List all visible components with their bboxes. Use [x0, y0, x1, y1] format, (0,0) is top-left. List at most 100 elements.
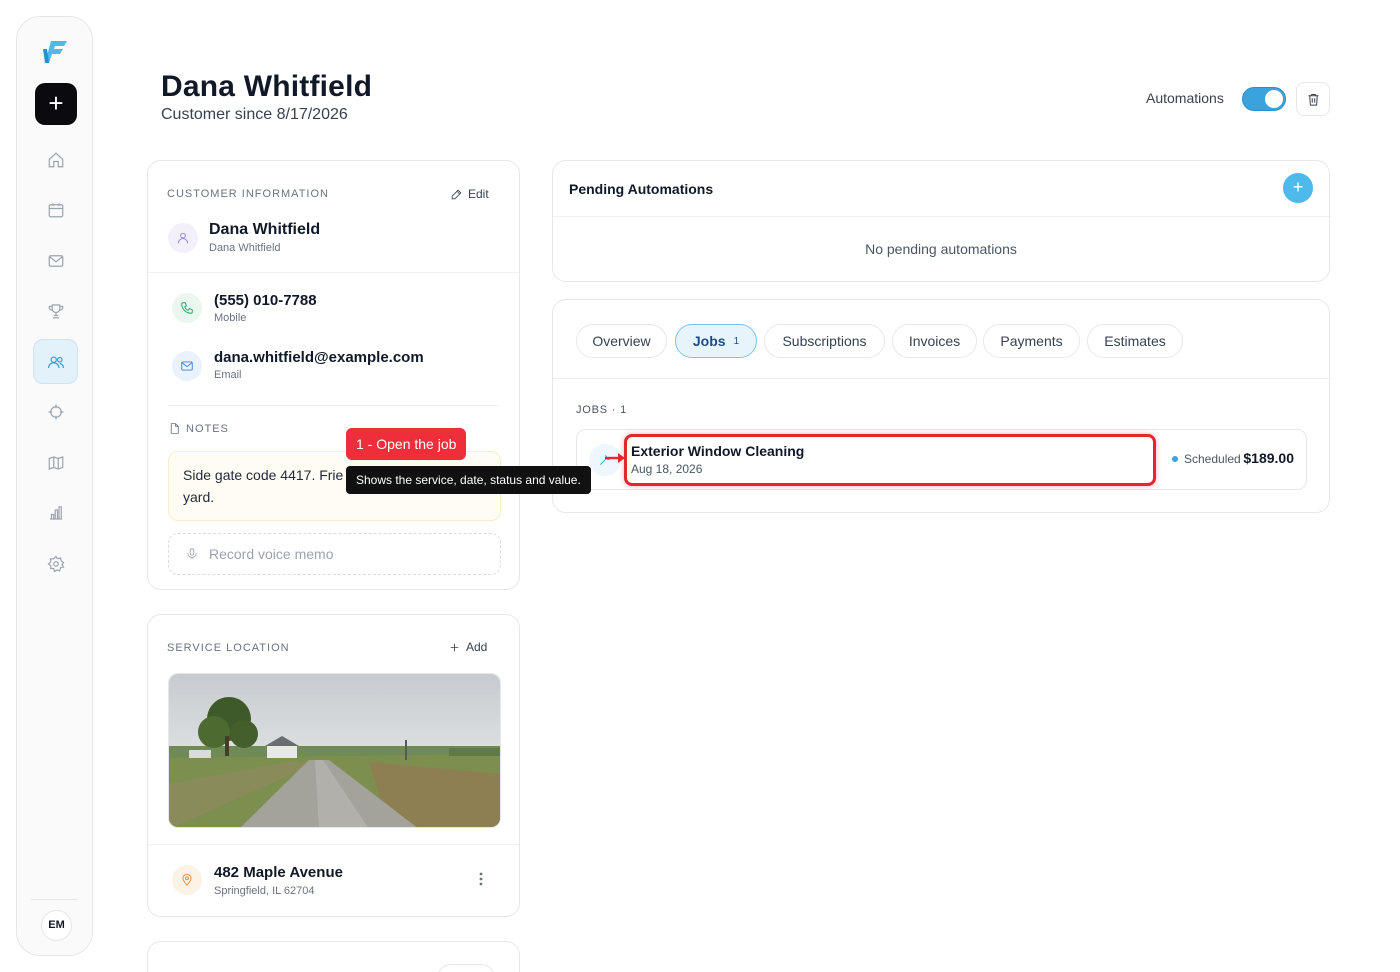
- map-pin-icon: [182, 873, 192, 886]
- customer-info-card: CUSTOMER INFORMATION Edit Dana Whitfield…: [147, 160, 520, 590]
- edit-icon: [451, 189, 462, 199]
- delete-customer-button[interactable]: [1296, 82, 1330, 116]
- divider: [553, 216, 1329, 217]
- mail-icon: [48, 254, 63, 267]
- edit-customer-button[interactable]: Edit: [450, 187, 489, 201]
- tab-label: Estimates: [1104, 333, 1166, 349]
- nav-customers[interactable]: [33, 339, 78, 384]
- service-location-card: SERVICE LOCATION Add 482 Maple Avenue Sp…: [147, 614, 520, 917]
- divider: [168, 405, 499, 406]
- service-location-label: SERVICE LOCATION: [167, 642, 290, 654]
- email-icon-badge: [172, 351, 202, 381]
- tab-label: Payments: [1000, 333, 1063, 349]
- status-text: Scheduled: [1184, 452, 1241, 466]
- customer-tabs-card: Overview Jobs 1 Subscriptions Invoices P…: [552, 299, 1330, 513]
- tab-label: Invoices: [908, 333, 961, 349]
- pending-automations-card: Pending Automations + No pending automat…: [552, 160, 1330, 282]
- nav-calendar[interactable]: [33, 187, 78, 232]
- location-icon-badge: [172, 865, 202, 895]
- email-address[interactable]: dana.whitfield@example.com: [214, 349, 424, 366]
- additional-card: [147, 941, 520, 972]
- tour-step-badge[interactable]: 1 - Open the job: [346, 428, 467, 460]
- customer-name: Dana Whitfield: [209, 221, 321, 238]
- divider: [148, 272, 519, 273]
- trash-icon: [1308, 93, 1318, 106]
- email-type: Email: [214, 369, 242, 381]
- gear-icon: [47, 555, 64, 572]
- tab-subscriptions[interactable]: Subscriptions: [764, 324, 885, 358]
- new-item-button[interactable]: +: [35, 83, 77, 125]
- card-action-button[interactable]: [437, 964, 495, 972]
- tour-arrow-icon: [605, 453, 625, 463]
- tab-payments[interactable]: Payments: [983, 324, 1080, 358]
- add-label: Add: [466, 640, 488, 654]
- tab-count: 1: [733, 335, 740, 347]
- sidebar-divider: [31, 899, 78, 900]
- notes-text-end: yard.: [183, 489, 215, 505]
- nav-reports[interactable]: [33, 490, 78, 535]
- job-row[interactable]: Exterior Window Cleaning Aug 18, 2026 Sc…: [576, 429, 1307, 490]
- nav-settings[interactable]: [33, 541, 78, 586]
- microphone-icon: [187, 548, 197, 560]
- users-icon: [47, 356, 64, 368]
- tab-label: Subscriptions: [782, 333, 867, 349]
- phone-icon: [181, 302, 193, 314]
- file-icon: [170, 423, 179, 434]
- mail-icon: [181, 361, 193, 371]
- tab-estimates[interactable]: Estimates: [1087, 324, 1183, 358]
- app-logo[interactable]: [41, 37, 71, 67]
- divider: [553, 378, 1329, 379]
- address-city: Springfield, IL 62704: [214, 885, 315, 897]
- nav-home[interactable]: [33, 137, 78, 182]
- notes-label: NOTES: [168, 422, 229, 435]
- tour-tooltip: Shows the service, date, status and valu…: [346, 466, 591, 494]
- phone-icon-badge: [172, 293, 202, 323]
- tab-invoices[interactable]: Invoices: [892, 324, 977, 358]
- tab-overview[interactable]: Overview: [576, 324, 667, 358]
- job-status: Scheduled: [1172, 452, 1241, 466]
- add-automation-button[interactable]: +: [1283, 173, 1313, 203]
- job-amount: $189.00: [1243, 450, 1294, 466]
- tour-highlight: [624, 434, 1156, 486]
- tab-jobs[interactable]: Jobs 1: [675, 324, 757, 358]
- pending-automations-empty: No pending automations: [865, 241, 1017, 257]
- nav-trophy[interactable]: [33, 288, 78, 333]
- job-title: Exterior Window Cleaning: [631, 443, 805, 459]
- more-vertical-icon: [479, 872, 483, 886]
- nav-targets[interactable]: [33, 389, 78, 434]
- automations-toggle[interactable]: [1242, 87, 1286, 111]
- calendar-icon: [48, 202, 63, 217]
- add-location-button[interactable]: Add: [448, 640, 487, 654]
- jobs-count-label: JOBS · 1: [576, 404, 628, 416]
- person-avatar: [168, 223, 198, 253]
- location-more-button[interactable]: [473, 871, 489, 887]
- page-title: Dana Whitfield: [161, 70, 373, 103]
- plus-icon: [450, 643, 459, 651]
- customer-info-label: CUSTOMER INFORMATION: [167, 188, 329, 200]
- toggle-knob: [1265, 90, 1283, 108]
- crosshair-icon: [48, 404, 63, 419]
- bar-chart-icon: [49, 505, 62, 520]
- job-date: Aug 18, 2026: [631, 462, 703, 476]
- memo-label: Record voice memo: [209, 546, 334, 562]
- nav-map[interactable]: [33, 440, 78, 485]
- customer-name-sub: Dana Whitfield: [209, 242, 281, 254]
- tab-label: Overview: [592, 333, 651, 349]
- pending-automations-title: Pending Automations: [569, 181, 714, 197]
- sidebar: + EM: [16, 16, 93, 956]
- automations-label: Automations: [1146, 90, 1224, 106]
- record-voice-memo-button[interactable]: Record voice memo: [168, 533, 501, 575]
- nav-mail[interactable]: [33, 238, 78, 283]
- avatar[interactable]: EM: [41, 910, 72, 941]
- user-icon: [177, 232, 189, 244]
- street-view-picture: [169, 674, 500, 827]
- status-dot: [1172, 456, 1178, 462]
- divider: [148, 844, 519, 845]
- notes-label-text: NOTES: [186, 422, 229, 435]
- street-view-image[interactable]: [168, 673, 501, 828]
- address-line[interactable]: 482 Maple Avenue: [214, 864, 343, 881]
- notes-text-start: Side gate code 4417. Frie: [183, 467, 344, 483]
- phone-number[interactable]: (555) 010-7788: [214, 292, 317, 309]
- home-icon: [48, 151, 63, 167]
- edit-label: Edit: [468, 187, 489, 201]
